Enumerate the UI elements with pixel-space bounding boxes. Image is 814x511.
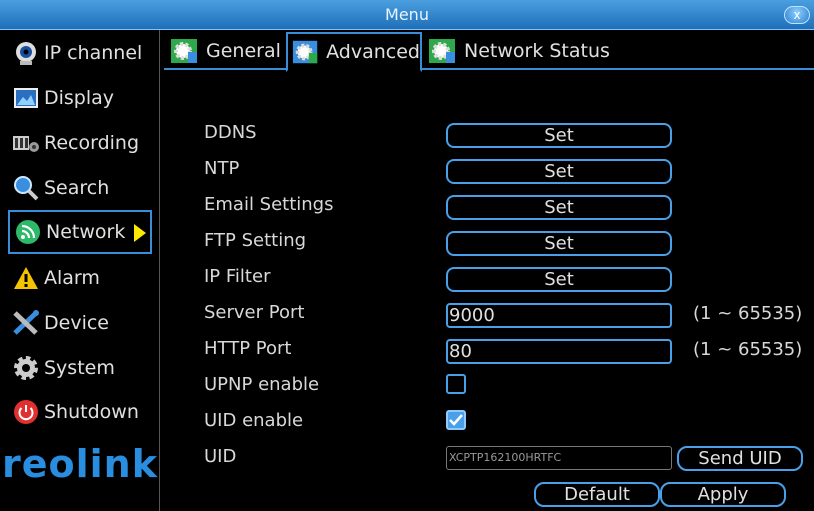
email-set-button[interactable]: Set — [446, 195, 672, 220]
ntp-label: NTP — [204, 158, 240, 179]
settings-tab-icon — [171, 39, 197, 63]
server-port-input[interactable]: 9000 — [446, 303, 672, 328]
sidebar-item-display[interactable]: Display — [8, 76, 152, 120]
window-title: Menu — [385, 5, 429, 24]
ddns-set-button[interactable]: Set — [446, 123, 672, 148]
alarm-icon — [12, 264, 40, 292]
ntp-set-button[interactable]: Set — [446, 159, 672, 184]
upnp-enable-label: UPNP enable — [204, 374, 320, 395]
tab-label: General — [206, 40, 281, 62]
server-port-label: Server Port — [204, 302, 305, 323]
sidebar-item-network[interactable]: Network — [8, 210, 152, 254]
sidebar-item-shutdown[interactable]: Shutdown — [8, 390, 152, 434]
ftp-set-button[interactable]: Set — [446, 231, 672, 256]
default-button[interactable]: Default — [534, 482, 660, 507]
tab-advanced[interactable]: Advanced — [286, 32, 422, 72]
tab-label: Network Status — [464, 40, 610, 62]
uid-enable-checkbox[interactable] — [446, 410, 466, 430]
sidebar-item-recording[interactable]: Recording — [8, 121, 152, 165]
sidebar-item-label: Search — [44, 177, 110, 199]
sidebar-item-label: Network — [46, 221, 126, 243]
ddns-label: DDNS — [204, 122, 257, 143]
ip-filter-set-button[interactable]: Set — [446, 267, 672, 292]
webcam-icon — [12, 39, 40, 67]
reolink-logo: reolink — [2, 442, 158, 486]
sidebar: IP channel Display Recording Search Netw… — [0, 30, 160, 511]
http-port-label: HTTP Port — [204, 338, 292, 359]
sidebar-item-ip-channel[interactable]: IP channel — [8, 31, 152, 75]
ftp-setting-label: FTP Setting — [204, 230, 307, 251]
gear-icon — [12, 354, 40, 382]
device-icon — [12, 309, 40, 337]
sidebar-item-label: Shutdown — [44, 401, 139, 423]
recording-icon — [12, 129, 40, 157]
apply-button[interactable]: Apply — [660, 482, 786, 507]
display-icon — [12, 84, 40, 112]
sidebar-item-label: Alarm — [44, 267, 100, 289]
network-icon — [14, 218, 42, 246]
title-bar: Menu x — [0, 0, 814, 30]
settings-tab-icon — [292, 40, 318, 64]
send-uid-button[interactable]: Send UID — [677, 446, 803, 471]
settings-tab-icon — [429, 39, 455, 63]
email-settings-label: Email Settings — [204, 194, 334, 215]
sidebar-item-search[interactable]: Search — [8, 166, 152, 210]
sidebar-item-alarm[interactable]: Alarm — [8, 256, 152, 300]
tab-network-status[interactable]: Network Status — [424, 32, 624, 70]
sidebar-item-label: Recording — [44, 132, 140, 154]
sidebar-item-label: Display — [44, 87, 115, 109]
upnp-enable-checkbox[interactable] — [446, 374, 466, 394]
ip-filter-label: IP Filter — [204, 266, 271, 287]
http-port-range: (1 ~ 65535) — [693, 339, 803, 360]
power-icon — [12, 398, 40, 426]
uid-field: XCPTP162100HRTFC — [446, 446, 672, 470]
uid-label: UID — [204, 446, 237, 467]
selected-arrow-icon — [134, 224, 146, 242]
server-port-range: (1 ~ 65535) — [693, 303, 803, 324]
close-button[interactable]: x — [784, 6, 810, 24]
uid-enable-label: UID enable — [204, 410, 304, 431]
sidebar-item-label: Device — [44, 312, 109, 334]
tab-general[interactable]: General — [166, 32, 282, 70]
tab-bar: General Advanced Network Status — [164, 30, 814, 72]
sidebar-item-device[interactable]: Device — [8, 301, 152, 345]
tab-label: Advanced — [326, 41, 420, 63]
checkmark-icon — [449, 414, 463, 426]
sidebar-item-system[interactable]: System — [8, 346, 152, 390]
http-port-input[interactable]: 80 — [446, 339, 672, 364]
sidebar-item-label: IP channel — [44, 42, 143, 64]
search-icon — [12, 174, 40, 202]
sidebar-item-label: System — [44, 357, 115, 379]
